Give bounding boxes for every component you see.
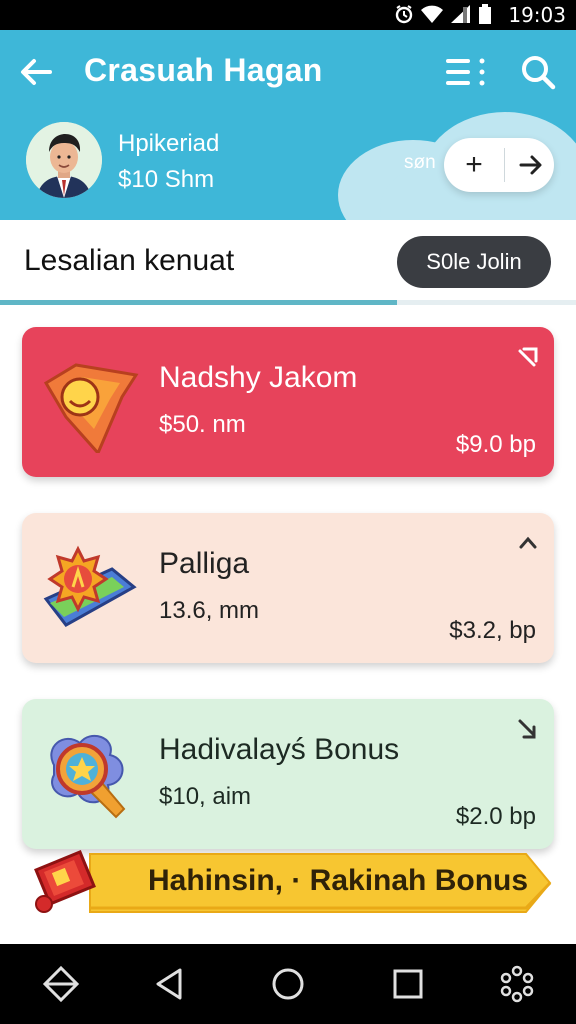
nav-recents-button[interactable] (388, 964, 428, 1004)
profile-amount: $10 Shm (118, 166, 215, 193)
status-bar: 19:03 (0, 0, 576, 30)
avatar[interactable] (26, 122, 102, 198)
signal-icon (450, 4, 472, 29)
plus-button[interactable]: + (444, 138, 504, 192)
chevron-icon[interactable] (516, 345, 540, 369)
card-title: Palliga (159, 547, 250, 580)
tab-progress-track (0, 300, 576, 305)
search-icon (522, 56, 556, 90)
offer-card[interactable]: Hadivalayś Bonus $10, aim $2.0 bp (22, 699, 554, 849)
alarm-icon (394, 4, 414, 29)
menu-button[interactable] (444, 54, 488, 90)
offer-card[interactable]: Nadshy Jakom $50. nm $9.0 bp (22, 327, 554, 477)
next-button[interactable] (505, 138, 554, 192)
section-title: Lesalian kenuat (24, 244, 235, 277)
back-arrow-icon (21, 59, 52, 85)
section-action-button[interactable]: S0le Jolin (397, 236, 551, 288)
header-action-label: søn (404, 152, 436, 173)
header-stepper: + (444, 138, 554, 192)
card-price: $3.2, bp (449, 617, 536, 644)
status-icons (394, 4, 492, 29)
card-subtitle: 13.6, mm (159, 597, 260, 624)
offer-card[interactable]: Palliga 13.6, mm $3.2, bp (22, 513, 554, 663)
back-icon (156, 968, 182, 1000)
recents-icon (393, 969, 423, 999)
home-icon (272, 968, 304, 1000)
card-subtitle: $10, aim (159, 783, 252, 810)
star-medal-icon (40, 725, 140, 825)
nav-home-button[interactable] (268, 964, 308, 1004)
system-nav-bar (0, 944, 576, 1024)
battery-icon (478, 4, 492, 29)
status-time: 19:03 (508, 3, 566, 27)
ticket-badge-icon (40, 539, 140, 639)
card-title: Nadshy Jakom (159, 361, 358, 394)
app-header: Crasuah Hagan Hpikeriad $10 Shm søn + (0, 30, 576, 220)
bonus-banner[interactable]: Hahinsin, · Rakinah Bonus (30, 850, 554, 916)
card-subtitle: $50. nm (159, 411, 246, 438)
chevron-icon[interactable] (516, 717, 540, 741)
search-button[interactable] (518, 52, 558, 92)
shield-badge-icon (40, 353, 140, 456)
rotate-icon (42, 965, 80, 1003)
gift-ticket-icon (30, 850, 100, 916)
card-title: Hadivalayś Bonus (159, 733, 400, 766)
profile-name: Hpikeriad (118, 130, 220, 157)
apps-icon (500, 965, 534, 1003)
wifi-icon (420, 4, 444, 29)
chevron-icon[interactable] (516, 531, 540, 555)
nav-back-button[interactable] (150, 964, 190, 1004)
arrow-right-icon (519, 155, 542, 175)
back-button[interactable] (16, 52, 56, 92)
card-price: $2.0 bp (455, 803, 536, 830)
rotate-button[interactable] (41, 964, 81, 1004)
app-title: Crasuah Hagan (84, 52, 323, 88)
banner-text: Hahinsin, · Rakinah Bonus (148, 864, 529, 897)
tab-progress-fill (0, 300, 398, 305)
plus-icon: + (465, 148, 483, 181)
nav-apps-button[interactable] (497, 964, 537, 1004)
menu-icon (446, 58, 485, 86)
card-price: $9.0 bp (455, 431, 536, 458)
